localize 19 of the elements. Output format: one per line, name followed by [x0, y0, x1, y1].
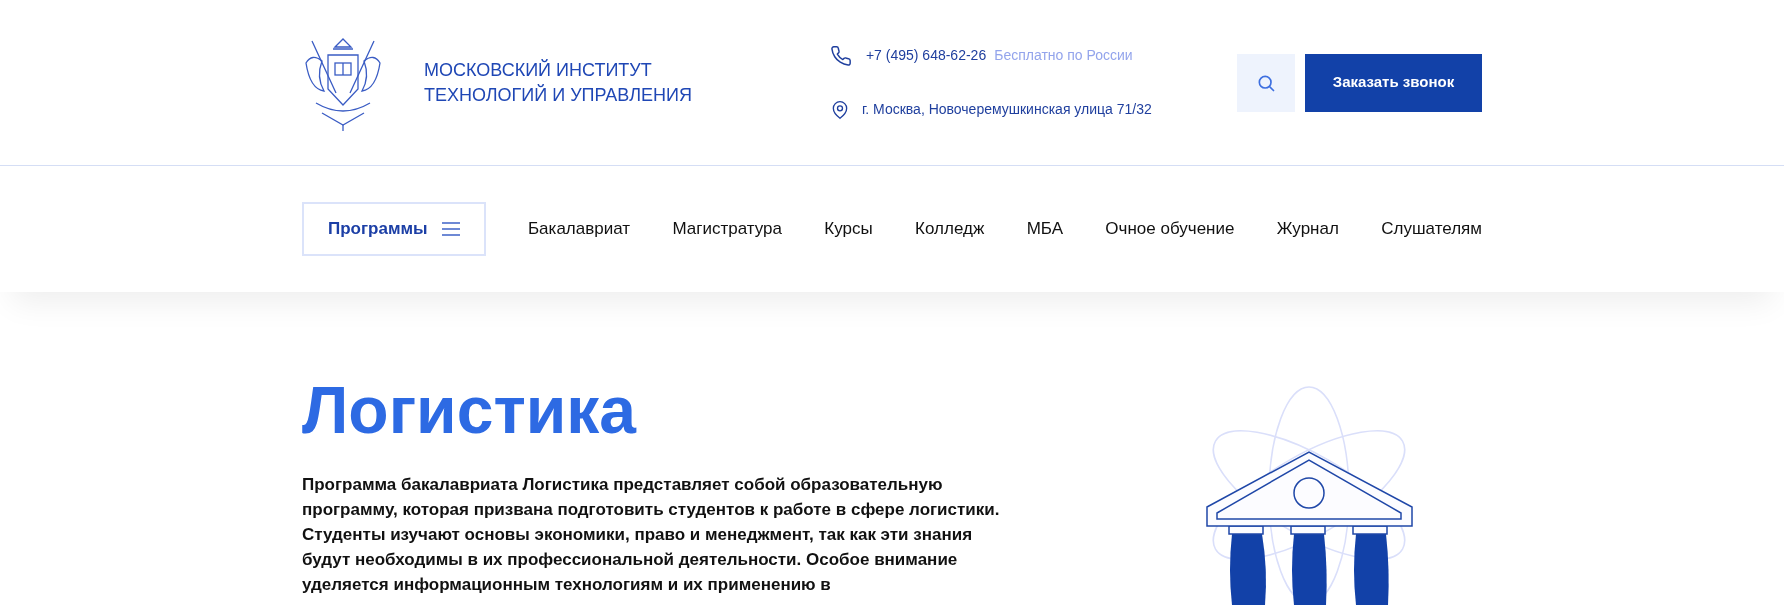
- nav-link[interactable]: Колледж: [915, 216, 985, 242]
- programs-menu-button[interactable]: Программы: [302, 202, 486, 256]
- nav-link[interactable]: МБА: [1026, 216, 1063, 242]
- phone-note: Бесплатно по России: [994, 46, 1133, 65]
- address: г. Москва, Новочеремушкинская улица 71/32: [861, 100, 1152, 119]
- menu-icon: [441, 222, 460, 236]
- callback-button[interactable]: Заказать звонок: [1305, 53, 1482, 112]
- nav-link[interactable]: Слушателям: [1381, 216, 1482, 242]
- phone-icon: [829, 44, 852, 67]
- nav-link[interactable]: Очное обучение: [1105, 216, 1235, 242]
- institute-name: МОСКОВСКИЙ ИНСТИТУТ: [424, 58, 653, 82]
- institute-name: ТЕХНОЛОГИЙ И УПРАВЛЕНИЯ: [424, 83, 692, 107]
- nav-link[interactable]: Курсы: [824, 216, 873, 242]
- nav-link[interactable]: Журнал: [1276, 216, 1339, 242]
- nav-link[interactable]: Магистратура: [672, 216, 782, 242]
- nav-link[interactable]: Бакалавриат: [527, 216, 631, 242]
- program-description: Программа бакалавриата Логистика представляет собой образовательную программу, которая призвана подготовить студентов к работе в сфере логистики. Студенты изучают основы экономики, право и менеджмент, так как эти знания будут необходимы в их профессиональной деятельности. Особое внимание уделяется информационным технологиям и их применению в: [302, 474, 1001, 596]
- phone-number[interactable]: +7 (495) 648-62-26: [865, 45, 987, 66]
- page-title: Логистика: [302, 374, 638, 446]
